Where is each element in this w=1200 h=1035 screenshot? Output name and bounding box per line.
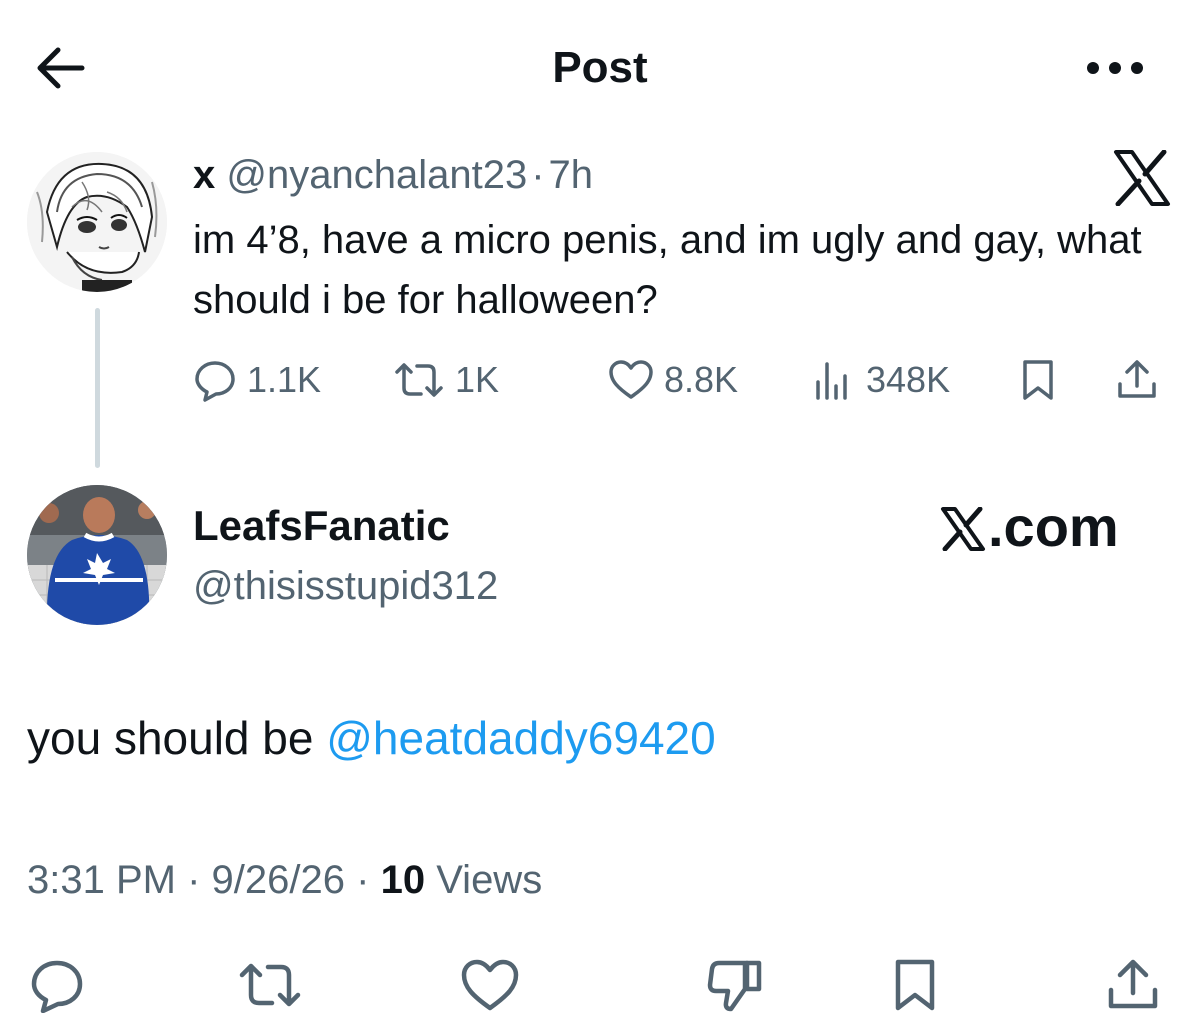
- quoted-author-avatar[interactable]: [27, 152, 167, 292]
- x-com-label: .com: [988, 495, 1119, 558]
- reply-count: 1.1K: [247, 359, 322, 400]
- post-time[interactable]: 3:31 PM: [27, 858, 176, 902]
- author-avatar[interactable]: [27, 485, 167, 625]
- post-text-body: you should be: [27, 712, 327, 764]
- heart-icon: [461, 959, 519, 1011]
- heart-icon: [609, 360, 653, 399]
- analytics-icon: [816, 362, 847, 400]
- share-button[interactable]: [1098, 950, 1168, 1020]
- quoted-views-action[interactable]: 348K: [812, 358, 950, 402]
- x-logo-icon: [941, 507, 985, 551]
- like-button[interactable]: [455, 950, 525, 1020]
- quoted-post-text: im 4’8, have a micro penis, and im ugly …: [193, 218, 1142, 322]
- quoted-share-action[interactable]: [1115, 358, 1159, 402]
- post-text: you should be @heatdaddy69420: [27, 708, 716, 768]
- reply-button[interactable]: [22, 950, 92, 1020]
- anime-avatar-image: [27, 152, 167, 292]
- quoted-post-time[interactable]: 7h: [549, 153, 594, 197]
- separator-dot: ·: [187, 858, 201, 902]
- bookmark-button[interactable]: [880, 950, 950, 1020]
- x-logo-icon: [1112, 149, 1172, 207]
- thumbs-down-icon: [707, 960, 762, 1012]
- post-meta: 3:31 PM · 9/26/26 · 10 Views: [27, 852, 542, 908]
- quoted-reply-action[interactable]: 1.1K: [193, 358, 321, 402]
- more-options-button[interactable]: [1080, 50, 1150, 86]
- share-icon: [1108, 959, 1158, 1009]
- reply-icon: [31, 960, 83, 1013]
- downvote-button[interactable]: [700, 950, 770, 1020]
- views-label: Views: [436, 858, 543, 902]
- quoted-author-handle[interactable]: @nyanchalant23: [226, 153, 527, 197]
- author-handle[interactable]: @thisisstupid312: [193, 560, 498, 612]
- like-count: 8.8K: [664, 359, 739, 400]
- separator-dot: ·: [531, 153, 545, 197]
- page-title: Post: [552, 43, 648, 92]
- thread-connector-line: [95, 308, 100, 468]
- quoted-author-name[interactable]: x: [193, 153, 215, 197]
- quoted-like-action[interactable]: 8.8K: [608, 358, 738, 402]
- quoted-repost-action[interactable]: 1K: [393, 358, 499, 402]
- repost-icon: [239, 963, 301, 1007]
- quoted-post-header: x @nyanchalant23 · 7h: [193, 150, 593, 200]
- quoted-bookmark-action[interactable]: [1020, 358, 1056, 402]
- repost-count: 1K: [455, 359, 500, 400]
- hockey-player-avatar-image: [27, 485, 167, 625]
- separator-dot: ·: [356, 858, 370, 902]
- post-date[interactable]: 9/26/26: [212, 858, 345, 902]
- x-com-watermark: .com: [940, 495, 1119, 559]
- share-icon: [1118, 360, 1156, 398]
- bookmark-icon: [1023, 360, 1053, 400]
- repost-icon: [395, 363, 443, 397]
- bookmark-icon: [895, 959, 935, 1011]
- reply-icon: [195, 361, 235, 402]
- views-number: 10: [380, 858, 426, 902]
- mention-link[interactable]: @heatdaddy69420: [326, 712, 715, 764]
- repost-button[interactable]: [235, 950, 305, 1020]
- more-horizontal-icon: [1087, 62, 1143, 74]
- views-count: 348K: [866, 359, 951, 400]
- author-name[interactable]: LeafsFanatic: [193, 500, 450, 552]
